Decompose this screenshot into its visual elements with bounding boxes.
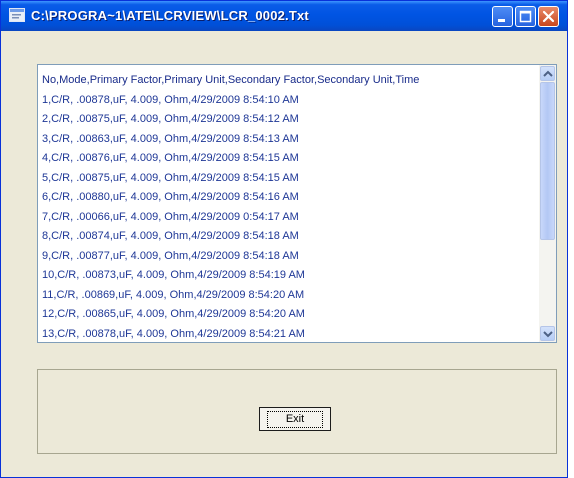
close-icon xyxy=(542,10,555,23)
app-window: C:\PROGRA~1\ATE\LCRVIEW\LCR_0002.Txt No,… xyxy=(0,0,568,478)
list-header-line[interactable]: No,Mode,Primary Factor,Primary Unit,Seco… xyxy=(42,71,534,91)
list-item[interactable]: 13,C/R, .00878,uF, 4.009, Ohm,4/29/2009 … xyxy=(42,325,534,345)
exit-button-label: Exit xyxy=(266,411,324,428)
data-listbox[interactable]: No,Mode,Primary Factor,Primary Unit,Seco… xyxy=(37,64,557,343)
list-item[interactable]: 6,C/R, .00880,uF, 4.009, Ohm,4/29/2009 8… xyxy=(42,188,534,208)
scroll-down-button[interactable] xyxy=(540,326,555,341)
close-button[interactable] xyxy=(538,6,559,27)
scroll-thumb[interactable] xyxy=(540,82,555,240)
list-item[interactable]: 8,C/R, .00874,uF, 4.009, Ohm,4/29/2009 8… xyxy=(42,227,534,247)
list-item[interactable]: 11,C/R, .00869,uF, 4.009, Ohm,4/29/2009 … xyxy=(42,286,534,306)
list-item[interactable]: 4,C/R, .00876,uF, 4.009, Ohm,4/29/2009 8… xyxy=(42,149,534,169)
list-item[interactable]: 9,C/R, .00877,uF, 4.009, Ohm,4/29/2009 8… xyxy=(42,247,534,267)
list-item[interactable]: 7,C/R, .00066,uF, 4.009, Ohm,4/29/2009 0… xyxy=(42,208,534,228)
list-item[interactable]: 10,C/R, .00873,uF, 4.009, Ohm,4/29/2009 … xyxy=(42,266,534,286)
app-window-icon[interactable] xyxy=(9,8,25,22)
scroll-up-button[interactable] xyxy=(540,66,555,81)
list-item[interactable]: 1,C/R, .00878,uF, 4.009, Ohm,4/29/2009 8… xyxy=(42,91,534,111)
minimize-icon xyxy=(498,19,505,22)
title-bar[interactable]: C:\PROGRA~1\ATE\LCRVIEW\LCR_0002.Txt xyxy=(1,1,567,31)
chevron-up-icon xyxy=(543,70,553,77)
list-item[interactable]: 2,C/R, .00875,uF, 4.009, Ohm,4/29/2009 8… xyxy=(42,110,534,130)
data-lines: No,Mode,Primary Factor,Primary Unit,Seco… xyxy=(42,71,534,344)
list-item[interactable]: 3,C/R, .00863,uF, 4.009, Ohm,4/29/2009 8… xyxy=(42,130,534,150)
exit-button[interactable]: Exit xyxy=(259,407,331,431)
list-item[interactable]: 5,C/R, .00875,uF, 4.009, Ohm,4/29/2009 8… xyxy=(42,169,534,189)
maximize-icon xyxy=(519,10,532,23)
minimize-button[interactable] xyxy=(492,6,513,27)
chevron-down-icon xyxy=(543,331,553,338)
window-title: C:\PROGRA~1\ATE\LCRVIEW\LCR_0002.Txt xyxy=(31,8,309,23)
list-item[interactable]: 12,C/R, .00865,uF, 4.009, Ohm,4/29/2009 … xyxy=(42,305,534,325)
maximize-button[interactable] xyxy=(515,6,536,27)
vertical-scrollbar[interactable] xyxy=(539,65,556,342)
